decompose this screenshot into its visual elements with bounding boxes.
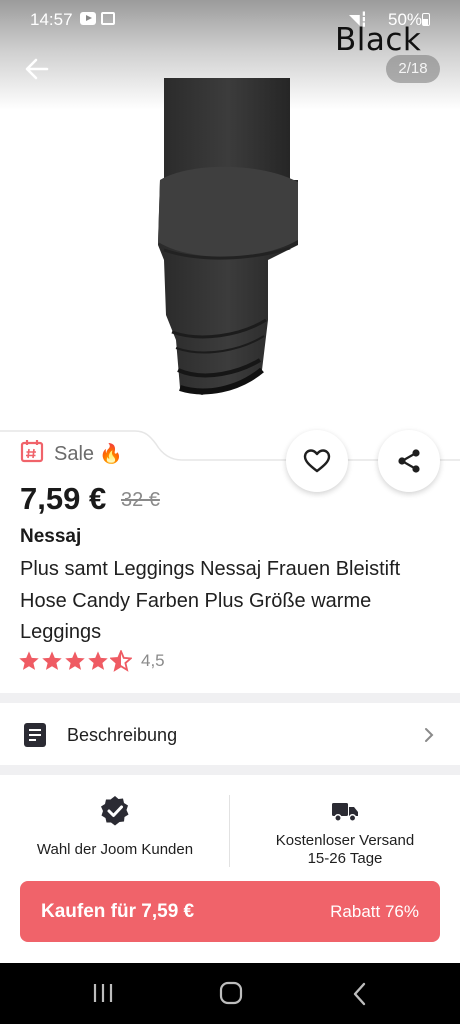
home-icon[interactable] <box>219 981 243 1005</box>
sale-calendar-icon <box>20 440 44 463</box>
section-divider <box>0 765 460 775</box>
system-navigation-bar <box>0 963 460 1024</box>
verified-badge-icon <box>101 796 129 826</box>
status-time: 14:57 <box>30 10 73 29</box>
feature-free-shipping: Kostenloser Versand 15-26 Tage <box>230 795 460 875</box>
feature-label-line1: Kostenloser Versand <box>275 832 415 849</box>
star-full-icon <box>42 651 62 670</box>
back-arrow-icon[interactable] <box>20 52 54 86</box>
rating-value: 4,5 <box>141 651 165 670</box>
buy-button-label: Kaufen für 7,59 € <box>41 901 195 922</box>
star-full-icon <box>88 651 108 670</box>
color-variant-label: Black <box>335 22 422 58</box>
gallery-notification-icon <box>101 12 115 25</box>
product-title: Plus samt Leggings Nessaj Frauen Bleisti… <box>20 558 401 643</box>
section-divider <box>0 693 460 703</box>
document-icon <box>24 723 46 747</box>
old-price: 32 € <box>121 489 160 511</box>
favorite-button[interactable] <box>286 430 348 492</box>
discount-label: Rabatt 76% <box>330 902 419 921</box>
heart-icon <box>303 449 331 473</box>
back-nav-icon[interactable] <box>350 981 370 1007</box>
buy-button[interactable]: Kaufen für 7,59 € Rabatt 76% <box>20 881 440 942</box>
sale-label: Sale <box>54 443 95 465</box>
share-button[interactable] <box>378 430 440 492</box>
description-row[interactable]: Beschreibung <box>0 703 460 765</box>
youtube-notification-icon <box>80 12 96 25</box>
chevron-right-icon <box>425 728 434 742</box>
feature-label-line2: 15-26 Tage <box>307 850 383 867</box>
product-image <box>158 78 298 395</box>
star-full-icon <box>19 651 39 670</box>
battery-icon <box>422 13 430 26</box>
brand-name[interactable]: Nessaj <box>20 526 81 548</box>
feature-joom-choice: Wahl der Joom Kunden <box>0 795 230 875</box>
share-icon <box>398 449 420 473</box>
product-rating[interactable]: 4,5 <box>18 650 165 672</box>
delivery-truck-icon <box>332 803 358 822</box>
recent-apps-icon[interactable] <box>91 982 115 1004</box>
description-label: Beschreibung <box>67 725 178 745</box>
current-price: 7,59 € <box>20 481 107 516</box>
star-full-icon <box>65 651 85 670</box>
image-counter: 2/18 <box>386 55 440 83</box>
star-half-icon <box>110 650 132 672</box>
fire-icon: 🔥 <box>99 444 123 465</box>
feature-label: Wahl der Joom Kunden <box>36 841 194 858</box>
